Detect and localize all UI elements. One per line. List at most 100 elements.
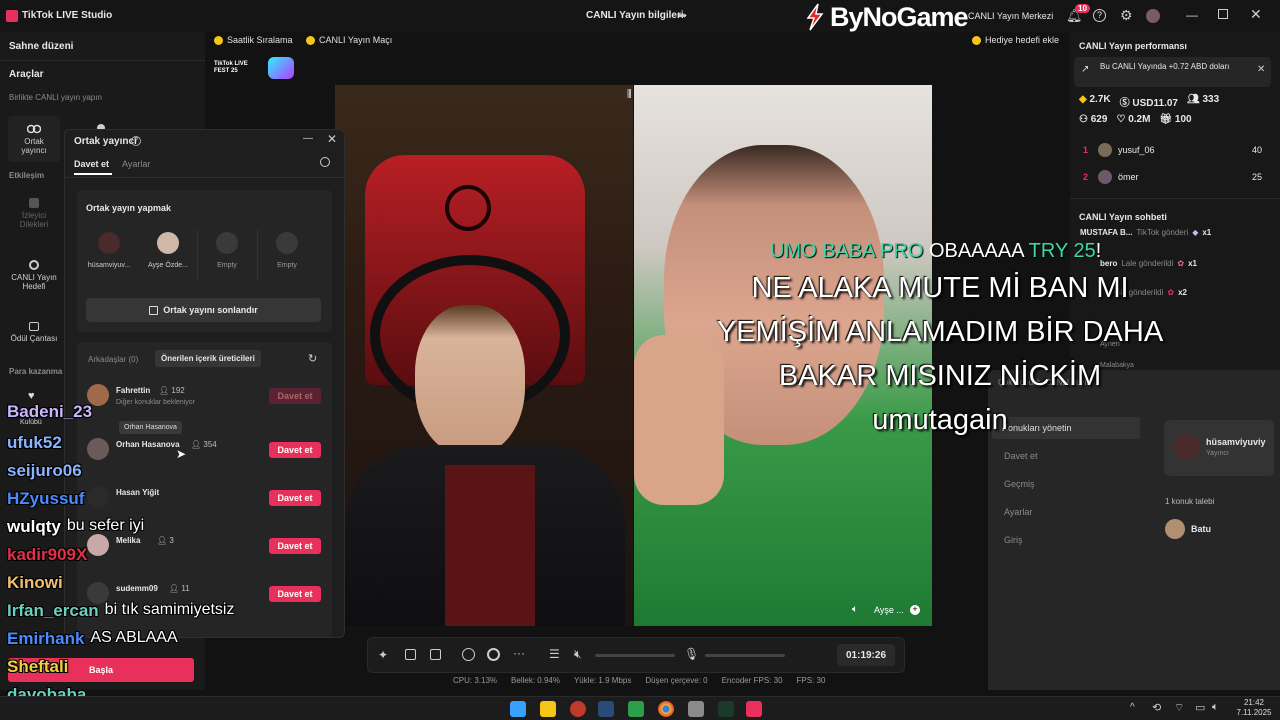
camera-settings-icon[interactable] [487,648,500,661]
tab-suggested[interactable]: Önerilen içerik üreticileri [155,350,261,367]
tiktok-app-icon[interactable] [746,701,762,717]
host-video [335,85,633,626]
screen-icon[interactable] [430,649,441,660]
stage-layout-heading[interactable]: Sahne düzeni [9,41,73,52]
layout-icon[interactable] [405,649,416,660]
live-timer: 01:19:26 [837,644,895,666]
viewer-wishes-tool[interactable]: İzleyici Dilekleri [8,190,60,236]
bynogame-logo-icon [806,3,824,31]
help-icon[interactable]: ? [1093,9,1106,22]
info-icon[interactable]: ? [131,136,141,146]
request-user[interactable]: Batu [1191,524,1211,534]
settings-gear-icon[interactable]: ⚙ [1120,7,1133,24]
refresh-icon[interactable]: ↻ [308,352,317,365]
chat-line: Badeni_23 [7,402,93,421]
live-match-chip[interactable]: CANLI Yayın Maçı [306,35,392,45]
close-window-icon[interactable]: ✕ [1250,6,1262,23]
cohost-tool[interactable]: Ortak yayıncı [8,116,60,162]
ranking-row[interactable]: 1 yusuf_06 40 [1070,142,1275,162]
invite-button[interactable]: Davet et [269,586,321,602]
close-note-icon[interactable]: ✕ [1257,64,1265,75]
stats-row-2: ⚇ 629 ♡ 0.2M 🎁︎ 100 [1079,114,1192,125]
minimize-dialog-icon[interactable]: — [303,133,313,144]
clock[interactable]: 21:42 7.11.2025 [1232,698,1276,718]
microphone-icon[interactable]: 🎙︎ [684,647,699,661]
app-red-icon[interactable] [570,701,586,717]
file-explorer-icon[interactable] [540,701,556,717]
tab-friends[interactable]: Arkadaşlar (0) [88,355,138,364]
chat-title: CANLI Yayın sohbeti [1079,212,1167,222]
close-dialog-icon[interactable]: ✕ [327,132,337,146]
stats-row-1: ◆ 2.7K Ⓢ USD11.07 👥︎ 333 [1079,94,1219,109]
request-count: 1 konuk talebi [1165,497,1215,506]
likes-stat: ♡ 0.2M [1116,114,1151,125]
volume-icon[interactable]: 🔈︎ [852,604,858,615]
app-green-icon[interactable] [628,701,644,717]
monetize-heading: Para kazanma [9,367,63,376]
live-info-title[interactable]: CANLI Yayın bilgileri [586,10,684,21]
tiktok-logo-icon [6,10,18,22]
invite-button[interactable]: Davet et [269,538,321,554]
minimize-icon[interactable]: — [1186,8,1198,22]
request-avatar [1165,519,1185,539]
add-icon[interactable]: + [910,605,920,615]
guest-menu-login[interactable]: Giriş [1004,535,1023,545]
steam-icon[interactable] [598,701,614,717]
live-goal-tool[interactable]: CANLI Yayın Hedefi [8,252,60,298]
invite-button[interactable]: Davet et [269,490,321,506]
speaker-volume-slider[interactable] [595,654,675,657]
slot-3[interactable]: Empty [199,232,255,280]
network-icon[interactable]: ⟲ [1152,701,1161,714]
search-icon[interactable] [320,157,330,167]
more-icon[interactable]: ··· [513,646,525,660]
record-icon[interactable] [462,648,475,661]
invite-button[interactable]: Davet et [269,388,321,404]
wifi-icon[interactable]: ⌔ [1174,701,1184,715]
layout-toggle-icon[interactable]: ⫼ [627,89,632,100]
gift-goal-chip[interactable]: Hediye hedefi ekle [972,35,1059,45]
profile-avatar[interactable] [1146,9,1160,23]
live-fest-badge[interactable]: TikTok LIVE FEST 25 [214,56,306,80]
mixer-icon[interactable]: ☰ [549,647,560,661]
slot-avatar [157,232,179,254]
camera-app-icon[interactable] [688,701,704,717]
slot-2[interactable]: Ayşe Özde... [140,232,196,280]
slot-avatar [98,232,120,254]
guest-menu-settings[interactable]: Ayarlar [1004,507,1032,517]
mic-volume-slider[interactable] [705,654,785,657]
viewer-wishes-icon [29,197,39,208]
slot-1[interactable]: hüsamviyuv... [81,232,137,280]
status-bar: CPU: 3.13% Bellek: 0.94% Yükle: 1.9 Mbps Dü… [453,676,826,685]
exit-icon [149,305,159,315]
magic-wand-icon[interactable]: ✦ [378,648,388,662]
donation-message: UMO BABA PRO OBAAAAA TRY 25! NE ALAKA MU… [690,240,1190,440]
guest-menu-invite[interactable]: Davet et [1004,451,1038,461]
speaker-muted-icon[interactable]: 🔇︎ [574,647,582,662]
share-icon[interactable]: ➦ [678,9,687,22]
invite-button[interactable]: Davet et [269,442,321,458]
maximize-icon[interactable] [1218,9,1228,19]
guest-menu-history[interactable]: Geçmiş [1004,479,1035,489]
ranking-row[interactable]: 2 ömer 25 [1070,169,1275,189]
chrome-icon[interactable] [658,701,674,717]
tray-chevron-icon[interactable]: ^ [1130,702,1135,713]
hourly-ranking-chip[interactable]: Saatlik Sıralama [214,35,293,45]
live-center-link[interactable]: CANLI Yayın Merkezi [968,11,1053,21]
reward-bag-tool[interactable]: Ödül Çantası [4,317,64,347]
end-cohost-button[interactable]: Ortak yayını sonlandır [86,298,321,322]
engagement-heading: Etkileşim [9,171,45,180]
slot-4[interactable]: Empty [259,232,315,280]
chat-line: ufuk52 [7,433,62,452]
together-subheading: Birlikte CANLI yayın yapın [9,93,102,102]
chat-line: wulqty bu sefer iyi [7,517,145,536]
performance-title: CANLI Yayın performansı [1079,41,1187,51]
windows-start-icon[interactable] [510,701,526,717]
app-dark-icon[interactable] [718,701,734,717]
host-inner-shirt [445,465,535,626]
cohost-section: Ortak yayın yapmak hüsamviyuv... Ayşe Öz… [77,190,332,332]
battery-icon[interactable]: ▭ [1195,701,1205,714]
tab-settings[interactable]: Ayarlar [122,159,150,169]
volume-tray-icon[interactable]: 🔈︎ [1212,701,1219,714]
donation-line-2: NE ALAKA MUTE Mİ BAN MI [751,272,1129,304]
tab-invite[interactable]: Davet et [74,159,109,169]
